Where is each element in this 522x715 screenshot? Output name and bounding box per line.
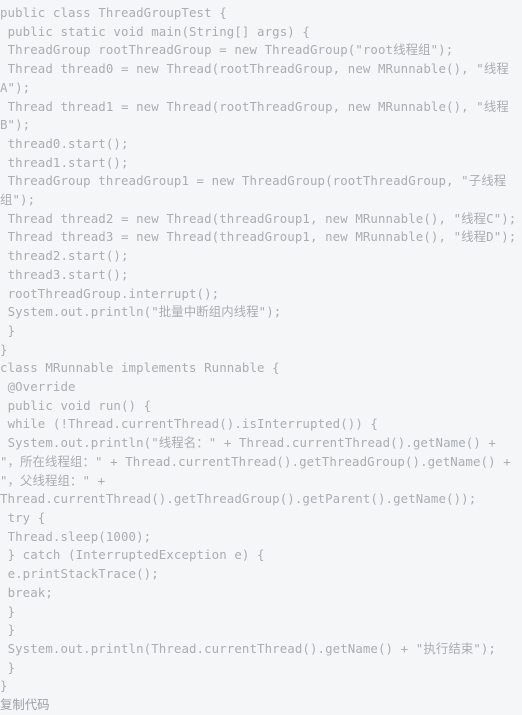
code-line: } bbox=[0, 603, 16, 619]
code-content[interactable]: public class ThreadGroupTest { public st… bbox=[0, 4, 522, 696]
code-block: public class ThreadGroupTest { public st… bbox=[0, 0, 522, 712]
code-line: public static void main(String[] args) { bbox=[0, 23, 310, 39]
code-line: Thread thread2 = new Thread(threadGroup1… bbox=[0, 210, 517, 226]
code-line: class MRunnable implements Runnable { bbox=[0, 360, 280, 376]
code-line: } bbox=[0, 341, 8, 357]
code-line: ThreadGroup rootThreadGroup = new Thread… bbox=[0, 42, 454, 58]
code-line: } bbox=[0, 322, 16, 338]
code-line: System.out.println("批量中断组内线程"); bbox=[0, 304, 282, 320]
code-line: } bbox=[0, 622, 16, 638]
code-line: Thread thread0 = new Thread(rootThreadGr… bbox=[0, 61, 509, 95]
code-line: ThreadGroup threadGroup1 = new ThreadGro… bbox=[0, 173, 507, 208]
code-line: thread1.start(); bbox=[0, 154, 129, 170]
code-line: try { bbox=[0, 509, 46, 525]
code-line: while (!Thread.currentThread().isInterru… bbox=[0, 416, 378, 432]
code-line: System.out.println("线程名：" + Thread.curre… bbox=[0, 435, 519, 507]
code-line: e.printStackTrace(); bbox=[0, 566, 159, 582]
code-line: public class ThreadGroupTest { bbox=[0, 5, 227, 20]
code-line: Thread thread1 = new Thread(rootThreadGr… bbox=[0, 98, 509, 133]
code-line: } catch (InterruptedException e) { bbox=[0, 547, 265, 563]
code-line: rootThreadGroup.interrupt(); bbox=[0, 285, 220, 301]
code-line: break; bbox=[0, 584, 53, 600]
code-line: @Override bbox=[0, 379, 76, 395]
code-line: } bbox=[0, 659, 16, 675]
code-line: public void run() { bbox=[0, 397, 152, 413]
code-line: Thread thread3 = new Thread(threadGroup1… bbox=[0, 229, 517, 245]
code-line: } bbox=[0, 678, 8, 694]
code-line: thread2.start(); bbox=[0, 248, 129, 264]
code-line: System.out.println(Thread.currentThread(… bbox=[0, 640, 496, 656]
code-line: thread0.start(); bbox=[0, 135, 129, 151]
code-line: Thread.sleep(1000); bbox=[0, 528, 152, 544]
copy-code-button[interactable]: 复制代码 bbox=[0, 696, 522, 715]
code-line: thread3.start(); bbox=[0, 266, 129, 282]
